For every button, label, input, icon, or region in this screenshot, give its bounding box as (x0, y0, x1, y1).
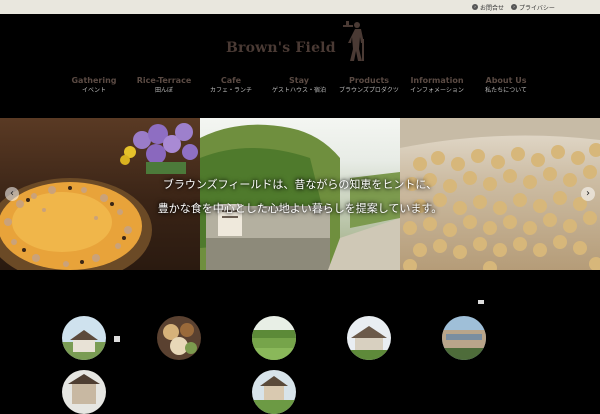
util-link-label: お問合せ (480, 4, 505, 12)
thumb-marker (114, 336, 120, 342)
hero-image-garden-path (200, 118, 400, 270)
nav-item-en: Products (348, 76, 390, 85)
nav-item-jp: カフェ・ランチ (209, 87, 252, 94)
arrow-circle-icon: › (472, 4, 478, 10)
chevron-left-icon[interactable]: ‹ (5, 187, 19, 201)
nav-item-jp: 田んぼ (154, 87, 173, 94)
nav-item-en: Gathering (71, 76, 117, 85)
thumb-house[interactable] (62, 316, 106, 360)
nav-item-cafe[interactable]: Cafe カフェ・ランチ (201, 76, 261, 95)
hero-caption-line2: 豊かな食を中心とした心地よい暮らしを提案しています。 (157, 202, 443, 215)
soybeans-illustration (400, 118, 600, 270)
hero-caption-line1: ブラウンズフィールドは、昔ながらの知恵をヒントに、 (162, 178, 438, 191)
nav-item-jp: インフォメーション (410, 87, 464, 94)
thumb-rice-field[interactable] (252, 316, 296, 360)
person-logo-icon (343, 21, 364, 61)
util-link-label: プライバシー (519, 4, 555, 12)
main-navigation: Gathering イベント Rice-Terrace 田んぼ Cafe カフェ… (0, 76, 600, 102)
nav-item-rice-terrace[interactable]: Rice-Terrace 田んぼ (136, 76, 192, 95)
util-link-contact[interactable]: › お問合せ (472, 2, 504, 12)
nav-item-products[interactable]: Products ブラウンズプロダクツ (334, 76, 404, 95)
nav-item-en: Information (410, 76, 464, 85)
thumb-farmhouse[interactable] (252, 370, 296, 414)
nav-item-jp: ブラウンズプロダクツ (339, 87, 399, 94)
arrow-circle-icon: › (511, 4, 517, 10)
thumb-guesthouse[interactable] (347, 316, 391, 360)
hero-slideshow[interactable]: ブラウンズフィールドは、昔ながらの知恵をヒントに、 豊かな食を中心とした心地よい… (0, 118, 600, 270)
nav-item-about-us[interactable]: About Us 私たちについて (468, 76, 544, 95)
logo-text: Brown's Field (226, 40, 336, 56)
hero-image-soybeans (400, 118, 600, 270)
chevron-right-icon[interactable]: › (581, 187, 595, 201)
nav-item-en: About Us (485, 76, 527, 85)
nav-item-jp: イベント (81, 87, 106, 94)
garden-illustration (200, 124, 400, 270)
nav-item-gathering[interactable]: Gathering イベント (69, 76, 119, 95)
nav-item-information[interactable]: Information インフォメーション (408, 76, 466, 95)
thumb-old-house[interactable] (62, 370, 106, 414)
util-link-privacy[interactable]: › プライバシー (511, 2, 555, 12)
utility-bar: › お問合せ › プライバシー (0, 0, 600, 14)
nav-item-jp: ゲストハウス・宿泊 (271, 87, 326, 94)
site-logo[interactable]: Brown's Field (226, 21, 364, 61)
nav-item-jp: 私たちについて (485, 87, 527, 94)
tart-illustration (0, 123, 198, 270)
nav-item-stay[interactable]: Stay ゲストハウス・宿泊 (266, 76, 332, 95)
thumb-marker (478, 300, 484, 304)
nav-item-en: Rice-Terrace (136, 76, 192, 85)
thumb-food[interactable] (157, 316, 201, 360)
hero-image-tart (0, 118, 200, 270)
nav-item-en: Stay (289, 76, 309, 85)
nav-item-en: Cafe (220, 76, 242, 85)
thumb-shop[interactable] (442, 316, 486, 360)
